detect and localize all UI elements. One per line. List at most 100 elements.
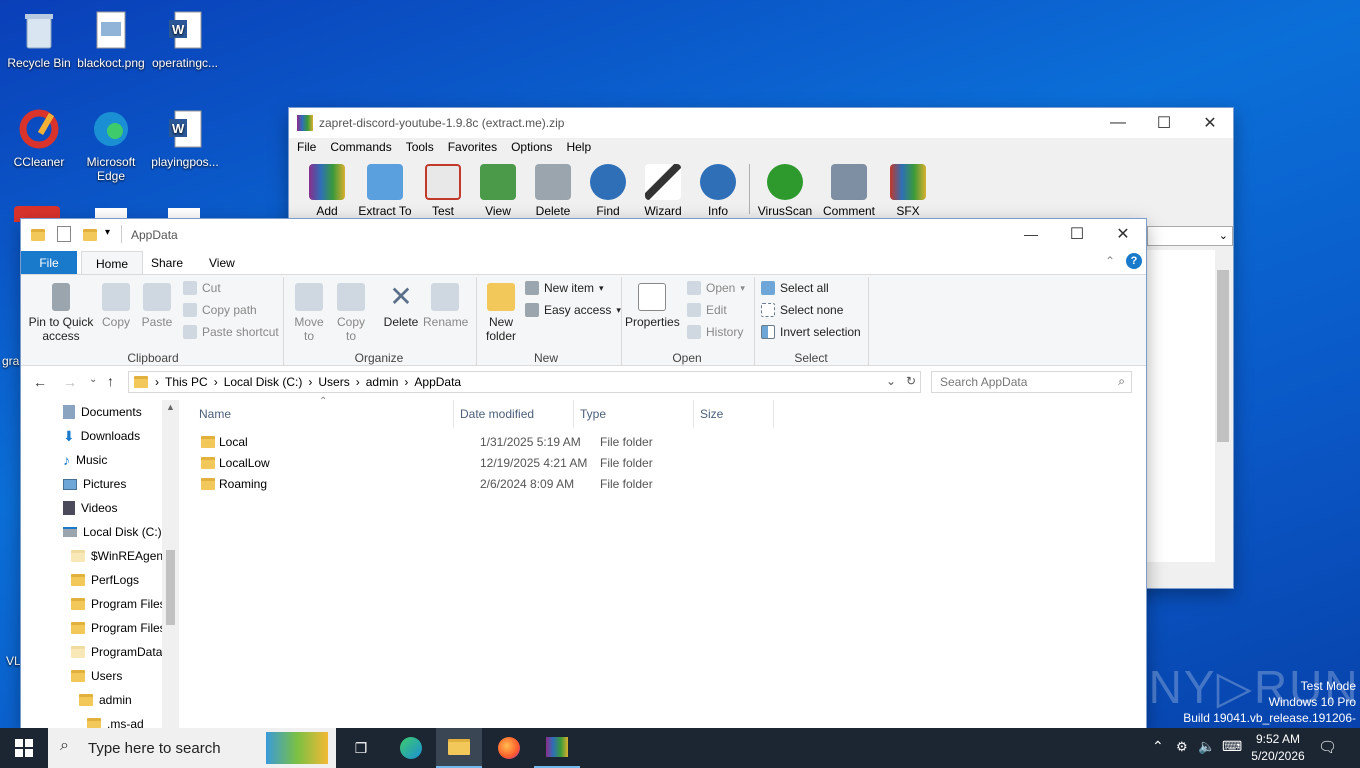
virusscan-button[interactable]: VirusScan	[755, 164, 815, 218]
test-button[interactable]: Test	[413, 164, 473, 218]
close-button[interactable]: ✕	[1187, 108, 1233, 138]
nav-pictures[interactable]: Pictures	[63, 472, 126, 496]
maximize-button[interactable]: ☐	[1141, 108, 1187, 138]
edge-taskbar-button[interactable]	[388, 728, 434, 768]
search-icon[interactable]: ⌕	[1118, 374, 1125, 389]
comment-button[interactable]: Comment	[819, 164, 879, 218]
history-button[interactable]: History	[687, 325, 743, 339]
menu-file[interactable]: File	[297, 140, 316, 154]
select-none-button[interactable]: Select none	[761, 303, 843, 317]
volume-icon[interactable]: 🔈	[1198, 738, 1215, 755]
ccleaner-icon[interactable]: CCleaner	[2, 107, 76, 169]
wizard-button[interactable]: Wizard	[633, 164, 693, 218]
column-divider[interactable]	[773, 400, 774, 428]
delete-button[interactable]: ✕ Delete	[379, 283, 423, 330]
taskbar-search[interactable]: ⌕ Type here to search	[48, 728, 336, 768]
task-view-button[interactable]: ❐	[338, 728, 384, 768]
rename-button[interactable]: Rename	[423, 283, 468, 329]
edge-desktop-icon[interactable]: Microsoft Edge	[74, 107, 148, 183]
maximize-button[interactable]: ☐	[1054, 219, 1100, 249]
chevron-up-icon[interactable]: ⌃	[1152, 738, 1164, 755]
copy-to-button[interactable]: Copy to	[331, 283, 371, 343]
move-to-button[interactable]: Move to	[289, 283, 329, 343]
scrollbar-thumb[interactable]	[166, 550, 175, 625]
new-item-button[interactable]: New item ▾	[525, 281, 604, 295]
nav-programdata[interactable]: ProgramData	[71, 640, 162, 664]
nav-documents[interactable]: Documents	[63, 400, 142, 424]
playingpos-icon[interactable]: W playingpos...	[148, 107, 222, 169]
nav-perflogs[interactable]: PerfLogs	[71, 568, 139, 592]
nav-program-files[interactable]: Program Files	[71, 592, 166, 616]
paste-button[interactable]: Paste	[139, 283, 175, 329]
table-row[interactable]: Local 1/31/2025 5:19 AM File folder	[199, 432, 799, 453]
network-icon[interactable]: ⚙	[1176, 739, 1188, 755]
sfx-button[interactable]: SFX	[878, 164, 938, 218]
menu-help[interactable]: Help	[566, 140, 591, 154]
easy-access-button[interactable]: Easy access ▾	[525, 303, 621, 317]
menu-tools[interactable]: Tools	[406, 140, 434, 154]
column-date-modified[interactable]: Date modified	[460, 407, 534, 421]
pin-quick-access-button[interactable]: Pin to Quick access	[27, 283, 95, 343]
scrollbar-thumb[interactable]	[1217, 270, 1229, 442]
nav-winreagent[interactable]: $WinREAgent	[71, 544, 166, 568]
extract-to-button[interactable]: Extract To	[355, 164, 415, 218]
paste-shortcut-button[interactable]: Paste shortcut	[183, 325, 279, 339]
view-button[interactable]: View	[468, 164, 528, 218]
copy-path-button[interactable]: Copy path	[183, 303, 257, 317]
close-button[interactable]: ✕	[1100, 219, 1146, 249]
edit-button[interactable]: Edit	[687, 303, 727, 317]
properties-quick-icon[interactable]	[57, 226, 71, 242]
recent-locations-icon[interactable]: ⌄	[89, 374, 97, 385]
help-icon[interactable]: ?	[1126, 253, 1142, 269]
new-folder-button[interactable]: New folder	[481, 283, 521, 343]
nav-admin[interactable]: admin	[79, 688, 132, 712]
column-divider[interactable]	[573, 400, 574, 428]
collapse-ribbon-icon[interactable]: ⌃	[1105, 254, 1115, 268]
column-type[interactable]: Type	[580, 407, 606, 421]
breadcrumb-appdata[interactable]: AppData	[414, 375, 461, 389]
back-arrow-icon[interactable]: ←	[33, 374, 47, 390]
recycle-bin-icon[interactable]: Recycle Bin	[2, 8, 76, 70]
table-row[interactable]: Roaming 2/6/2024 8:09 AM File folder	[199, 474, 799, 495]
firefox-taskbar-button[interactable]	[486, 728, 532, 768]
open-button[interactable]: Open ▾	[687, 281, 745, 295]
delete-button[interactable]: Delete	[523, 164, 583, 218]
minimize-button[interactable]: —	[1008, 219, 1054, 249]
column-name[interactable]: Name	[199, 407, 231, 421]
nav-videos[interactable]: Videos	[63, 496, 117, 520]
nav-downloads[interactable]: ⬇ Downloads	[63, 424, 140, 448]
copy-button[interactable]: Copy	[99, 283, 133, 329]
blackoct-png-icon[interactable]: blackoct.png	[74, 8, 148, 70]
nav-local-disk[interactable]: Local Disk (C:)	[63, 520, 162, 544]
new-folder-quick-icon[interactable]	[83, 229, 97, 241]
breadcrumb-this-pc[interactable]: This PC	[165, 375, 208, 389]
column-divider[interactable]	[453, 400, 454, 428]
info-button[interactable]: Info	[688, 164, 748, 218]
breadcrumb-admin[interactable]: admin	[366, 375, 399, 389]
tab-share[interactable]: Share	[137, 251, 197, 275]
notification-icon[interactable]: 🗨	[1318, 738, 1337, 756]
address-dropdown-icon[interactable]: ⌄	[886, 374, 896, 388]
breadcrumb-local-disk[interactable]: Local Disk (C:)	[224, 375, 303, 389]
add-button[interactable]: Add	[297, 164, 357, 218]
up-arrow-icon[interactable]: ↑	[107, 373, 114, 389]
tab-file[interactable]: File	[21, 251, 77, 275]
address-bar[interactable]: › This PC › Local Disk (C:) › Users › ad…	[128, 371, 921, 393]
nav-music[interactable]: ♪ Music	[63, 448, 107, 472]
path-dropdown[interactable]: ⌄	[1147, 226, 1233, 246]
breadcrumb-users[interactable]: Users	[318, 375, 349, 389]
invert-selection-button[interactable]: Invert selection	[761, 325, 861, 339]
column-size[interactable]: Size	[700, 407, 723, 421]
scrollbar[interactable]	[1215, 250, 1231, 562]
forward-arrow-icon[interactable]: →	[63, 374, 77, 390]
menu-commands[interactable]: Commands	[330, 140, 391, 154]
clock[interactable]: 9:52 AM 5/20/2026	[1246, 731, 1310, 765]
nav-program-files-x86[interactable]: Program Files	[71, 616, 166, 640]
start-button[interactable]	[0, 728, 48, 768]
menu-options[interactable]: Options	[511, 140, 552, 154]
menu-favorites[interactable]: Favorites	[448, 140, 497, 154]
nav-users[interactable]: Users	[71, 664, 122, 688]
keyboard-icon[interactable]: ⌨	[1222, 738, 1242, 755]
winrar-taskbar-button[interactable]	[534, 728, 580, 768]
refresh-icon[interactable]: ↻	[906, 374, 916, 388]
